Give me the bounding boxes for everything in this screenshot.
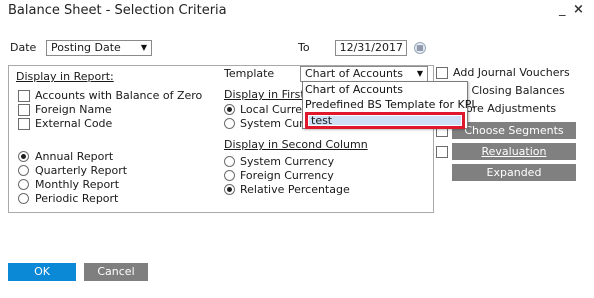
radio-label: Periodic Report bbox=[35, 192, 119, 205]
checkbox-revaluation[interactable] bbox=[436, 146, 448, 158]
checkbox-external-code[interactable] bbox=[18, 118, 30, 130]
choose-segments-button[interactable]: Choose Segments bbox=[452, 122, 576, 139]
checkbox-foreign-name[interactable] bbox=[18, 104, 30, 116]
to-label: To bbox=[298, 41, 310, 54]
chevron-down-icon: ▼ bbox=[416, 69, 423, 78]
close-icon[interactable]: × bbox=[573, 2, 584, 17]
radio-periodic-report[interactable] bbox=[18, 193, 29, 204]
checkbox-label: Foreign Name bbox=[35, 103, 112, 116]
radio-first-local-currency[interactable] bbox=[224, 104, 235, 115]
template-value: Chart of Accounts bbox=[305, 67, 403, 80]
checkbox-label: d Closing Balances bbox=[461, 84, 565, 97]
radio-quarterly-report[interactable] bbox=[18, 165, 29, 176]
checkbox-label: External Code bbox=[35, 117, 113, 130]
display-in-report-heading: Display in Report: bbox=[16, 70, 114, 83]
checkbox-label: ore Adjustments bbox=[466, 102, 557, 115]
ok-button[interactable]: OK bbox=[8, 263, 76, 281]
checkbox-accounts-balance-zero[interactable] bbox=[18, 90, 30, 102]
radio-first-system-currency[interactable] bbox=[224, 118, 235, 129]
radio-label: System Currency bbox=[240, 155, 335, 168]
template-option-chart-of-accounts[interactable]: Chart of Accounts bbox=[305, 83, 403, 96]
date-type-value: Posting Date bbox=[51, 41, 121, 54]
radio-label: System Cur bbox=[240, 117, 304, 130]
radio-annual-report[interactable] bbox=[18, 151, 29, 162]
template-option-test[interactable]: test bbox=[305, 112, 465, 129]
radio-label: Quarterly Report bbox=[35, 164, 128, 177]
radio-label: Foreign Currency bbox=[240, 169, 334, 182]
date-type-select[interactable]: Posting Date ▼ bbox=[46, 40, 152, 56]
radio-second-system-currency[interactable] bbox=[224, 156, 235, 167]
template-select[interactable]: Chart of Accounts ▼ bbox=[300, 66, 428, 82]
radio-label: Relative Percentage bbox=[240, 183, 350, 196]
radio-label: Local Curren bbox=[240, 103, 310, 116]
cancel-button[interactable]: Cancel bbox=[84, 263, 148, 281]
chevron-down-icon: ▼ bbox=[140, 43, 147, 52]
radio-label: Monthly Report bbox=[35, 178, 120, 191]
template-dropdown-list: Chart of Accounts Predefined BS Template… bbox=[302, 81, 475, 129]
template-option-predefined-kpi[interactable]: Predefined BS Template for KPI bbox=[305, 98, 475, 111]
date-label: Date bbox=[10, 41, 37, 54]
template-option-label: test bbox=[311, 114, 333, 127]
window-title: Balance Sheet - Selection Criteria bbox=[8, 3, 227, 18]
radio-label: Annual Report bbox=[35, 150, 114, 163]
revaluation-button[interactable]: Revaluation bbox=[452, 143, 576, 160]
radio-monthly-report[interactable] bbox=[18, 179, 29, 190]
minimize-icon[interactable]: _ bbox=[559, 2, 566, 17]
to-date-field[interactable]: 12/31/2017 bbox=[335, 40, 407, 56]
template-label: Template bbox=[224, 67, 275, 80]
expanded-button[interactable]: Expanded bbox=[452, 164, 576, 181]
display-second-column-heading: Display in Second Column bbox=[224, 138, 368, 151]
checkbox-label: Add Journal Vouchers bbox=[453, 66, 570, 79]
radio-second-relative-percentage[interactable] bbox=[224, 184, 235, 195]
checkbox-label: Accounts with Balance of Zero bbox=[35, 89, 203, 102]
calendar-icon[interactable]: ▦ bbox=[414, 42, 426, 54]
radio-second-foreign-currency[interactable] bbox=[224, 170, 235, 181]
checkbox-add-journal-vouchers[interactable] bbox=[436, 67, 448, 79]
